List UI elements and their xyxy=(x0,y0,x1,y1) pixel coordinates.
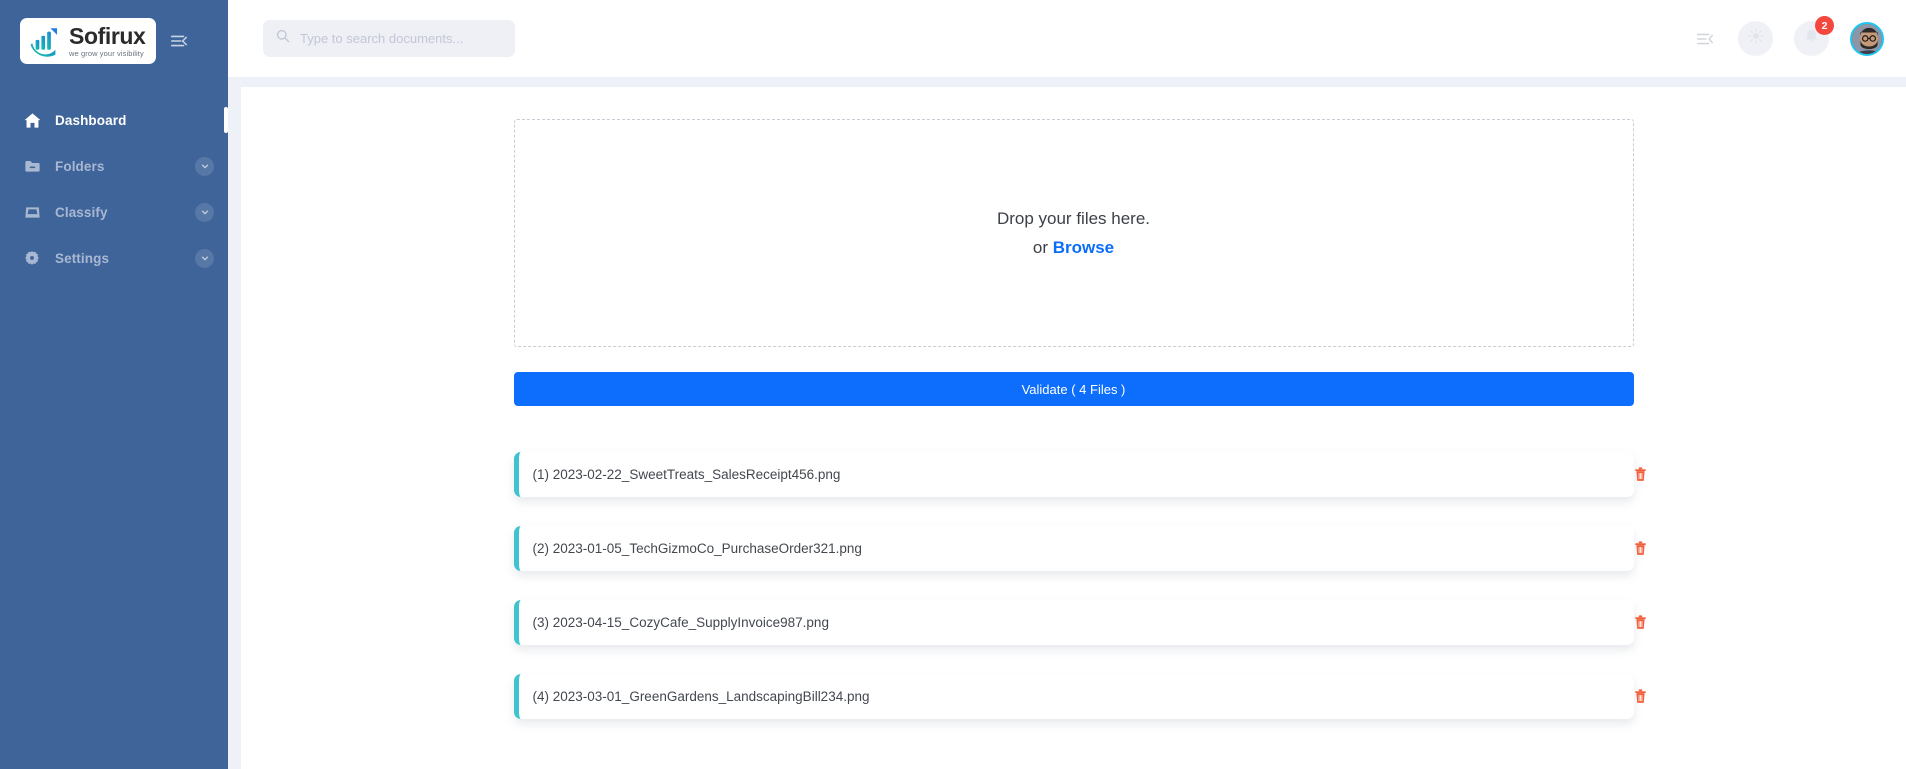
dropzone-or-text: or xyxy=(1032,237,1053,257)
sidebar-item-label: Classify xyxy=(55,204,108,220)
search-input[interactable]: Type to search documents... xyxy=(263,20,515,57)
search-placeholder: Type to search documents... xyxy=(300,31,464,46)
list-item: (3) 2023-04-15_CozyCafe_SupplyInvoice987… xyxy=(513,600,1646,645)
chevron-down-icon[interactable] xyxy=(195,202,214,222)
topbar: Type to search documents... 2 xyxy=(228,0,1906,77)
sidebar-item-label: Settings xyxy=(55,250,110,266)
dashboard-panel: Drop your files here. or Browse Validate… xyxy=(241,87,1906,769)
file-dropzone[interactable]: Drop your files here. or Browse xyxy=(513,119,1634,347)
trash-icon[interactable] xyxy=(1628,462,1654,488)
file-card[interactable]: (4) 2023-03-01_GreenGardens_LandscapingB… xyxy=(513,674,1634,719)
validate-button[interactable]: Validate ( 4 Files ) xyxy=(513,372,1634,406)
search-icon xyxy=(275,28,291,49)
gear-icon xyxy=(21,247,43,269)
chevron-down-icon[interactable] xyxy=(195,248,214,268)
notification-badge: 2 xyxy=(1815,16,1834,35)
topbar-actions: 2 xyxy=(1693,16,1884,56)
main-area: Type to search documents... 2 Drop your … xyxy=(228,0,1906,769)
home-icon xyxy=(21,109,43,131)
file-card[interactable]: (1) 2023-02-22_SweetTreats_SalesReceipt4… xyxy=(513,452,1634,497)
sidebar: Sofirux we grow your visibility Dashboar… xyxy=(0,0,228,769)
bar-chart-arrow-icon xyxy=(29,25,62,58)
dropzone-primary-text: Drop your files here. xyxy=(996,208,1151,228)
file-card[interactable]: (2) 2023-01-05_TechGizmoCo_PurchaseOrder… xyxy=(513,526,1634,571)
sidebar-header: Sofirux we grow your visibility xyxy=(0,0,228,64)
folder-icon xyxy=(21,155,43,177)
trash-icon[interactable] xyxy=(1628,536,1654,562)
sidebar-item-classify[interactable]: Classify xyxy=(0,189,228,235)
brand-tagline: we grow your visibility xyxy=(69,49,144,59)
chevron-down-icon[interactable] xyxy=(195,156,214,176)
file-name: (1) 2023-02-22_SweetTreats_SalesReceipt4… xyxy=(532,467,841,482)
sidebar-item-label: Folders xyxy=(55,158,105,174)
sidebar-item-settings[interactable]: Settings xyxy=(0,235,228,281)
inbox-icon xyxy=(21,201,43,223)
browse-link[interactable]: Browse xyxy=(1053,238,1114,257)
list-item: (2) 2023-01-05_TechGizmoCo_PurchaseOrder… xyxy=(513,526,1646,571)
trash-icon[interactable] xyxy=(1628,610,1654,636)
trash-icon[interactable] xyxy=(1628,684,1654,710)
list-item: (1) 2023-02-22_SweetTreats_SalesReceipt4… xyxy=(513,452,1646,497)
sidebar-item-label: Dashboard xyxy=(55,112,127,128)
uploaded-file-list: (1) 2023-02-22_SweetTreats_SalesReceipt4… xyxy=(513,452,1646,719)
sun-icon xyxy=(1747,27,1765,50)
active-indicator xyxy=(224,107,228,133)
collapse-menu-icon[interactable] xyxy=(1693,27,1717,51)
collapse-menu-icon[interactable] xyxy=(168,30,190,52)
brand-text: Sofirux we grow your visibility xyxy=(69,23,146,59)
sidebar-nav: Dashboard Folders Classify Settings xyxy=(0,97,228,281)
avatar[interactable] xyxy=(1850,21,1884,56)
file-name: (2) 2023-01-05_TechGizmoCo_PurchaseOrder… xyxy=(532,541,862,556)
sidebar-item-folders[interactable]: Folders xyxy=(0,143,228,189)
file-card[interactable]: (3) 2023-04-15_CozyCafe_SupplyInvoice987… xyxy=(513,600,1634,645)
file-name: (3) 2023-04-15_CozyCafe_SupplyInvoice987… xyxy=(532,615,829,630)
content-wrapper: Drop your files here. or Browse Validate… xyxy=(228,77,1906,769)
file-name: (4) 2023-03-01_GreenGardens_LandscapingB… xyxy=(532,689,870,704)
app-root: Sofirux we grow your visibility Dashboar… xyxy=(0,0,1906,769)
list-item: (4) 2023-03-01_GreenGardens_LandscapingB… xyxy=(513,674,1646,719)
theme-toggle-button[interactable] xyxy=(1738,21,1773,56)
brand-logo[interactable]: Sofirux we grow your visibility xyxy=(20,18,157,64)
upload-section: Drop your files here. or Browse Validate… xyxy=(513,119,1646,719)
sidebar-item-dashboard[interactable]: Dashboard xyxy=(0,97,228,143)
brand-name: Sofirux xyxy=(69,23,146,50)
notifications-button[interactable]: 2 xyxy=(1794,16,1834,56)
dropzone-secondary-text: or Browse xyxy=(1033,238,1114,258)
